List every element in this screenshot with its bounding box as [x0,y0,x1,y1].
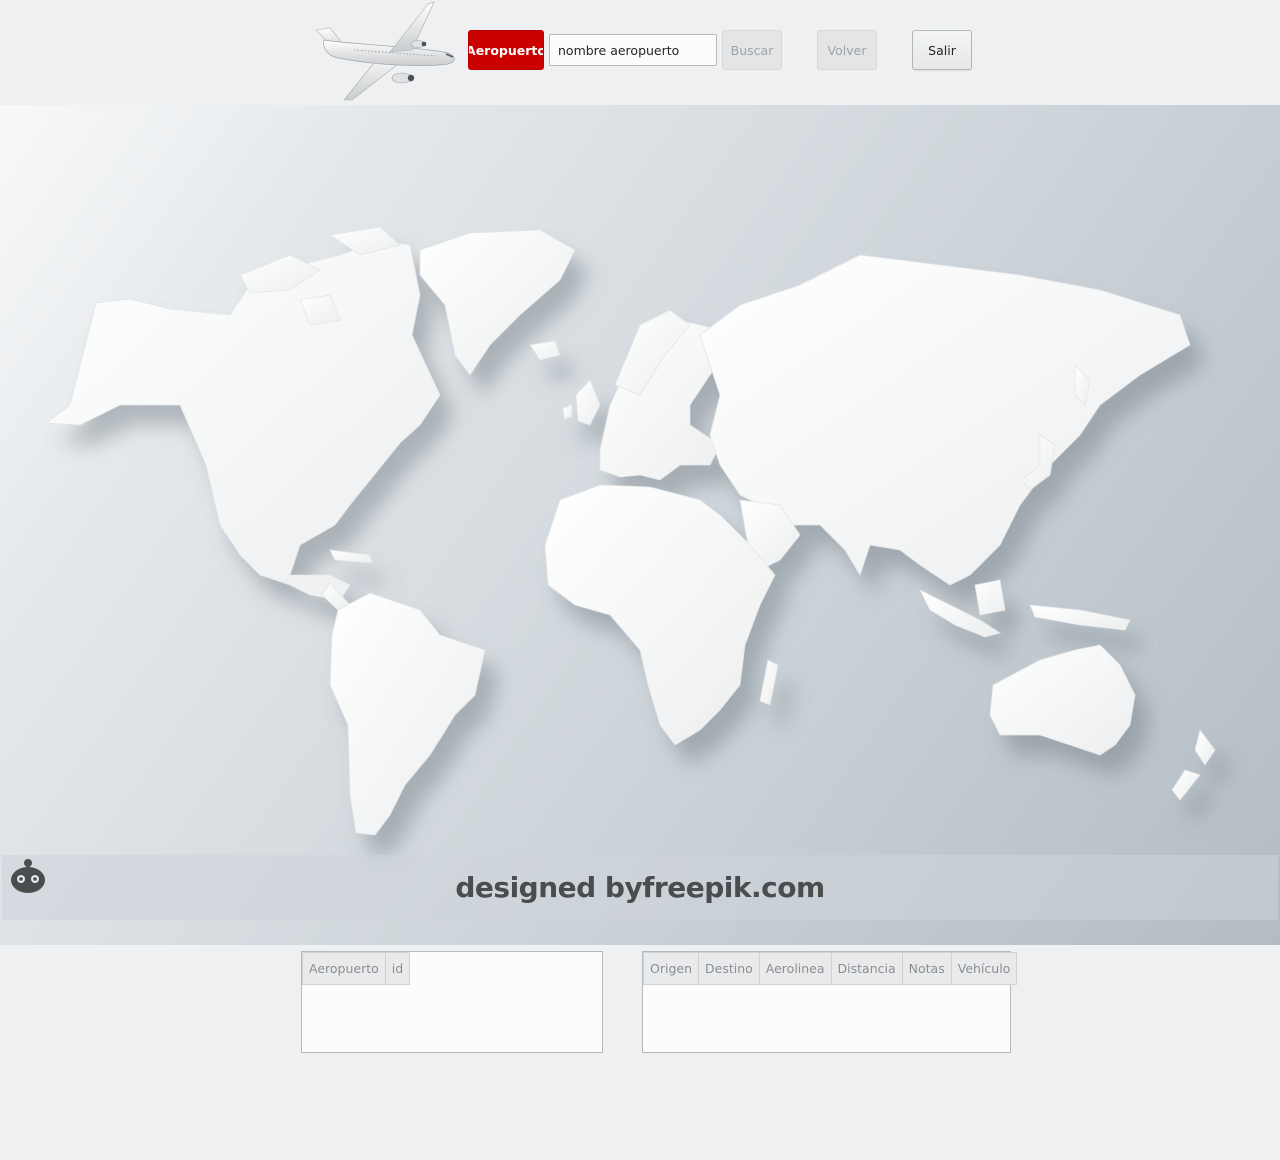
credit-suffix: freepik.com [642,870,825,904]
world-map: designed by freepik.com [0,105,1280,945]
south-america-shape [329,592,486,836]
column-header-vehiculo[interactable]: Vehículo [950,952,1018,985]
exit-button[interactable]: Salir [912,30,972,70]
column-header-destino[interactable]: Destino [698,952,760,985]
airplane-logo-icon [315,1,455,101]
world-map-graphic [44,226,1216,836]
routes-table[interactable]: Origen Destino Aerolinea Distancia Notas… [642,951,1018,1053]
airport-table-header: Aeropuerto id [302,952,602,986]
search-button[interactable]: Buscar [722,30,782,70]
routes-table-header: Origen Destino Aerolinea Distancia Notas… [643,952,1018,986]
north-america-shape [44,239,441,601]
africa-shape [544,484,776,746]
freepik-logo-icon [11,859,45,893]
toolbar: Aeropuerto Buscar Volver Salir [0,0,1280,104]
column-header-aeropuerto[interactable]: Aeropuerto [302,952,386,985]
australia-shape [989,644,1136,756]
column-header-id[interactable]: id [384,952,411,985]
airport-search-input[interactable] [549,34,717,66]
column-header-notas[interactable]: Notas [901,952,952,985]
column-header-distancia[interactable]: Distancia [830,952,903,985]
column-header-aerolinea[interactable]: Aerolinea [758,952,832,985]
airport-button[interactable]: Aeropuerto [468,30,544,70]
back-button[interactable]: Volver [817,30,877,70]
credit-prefix: designed by [455,870,643,904]
airport-table[interactable]: Aeropuerto id [301,951,603,1053]
column-header-origen[interactable]: Origen [643,952,699,985]
map-credit: designed by freepik.com [0,857,1280,917]
